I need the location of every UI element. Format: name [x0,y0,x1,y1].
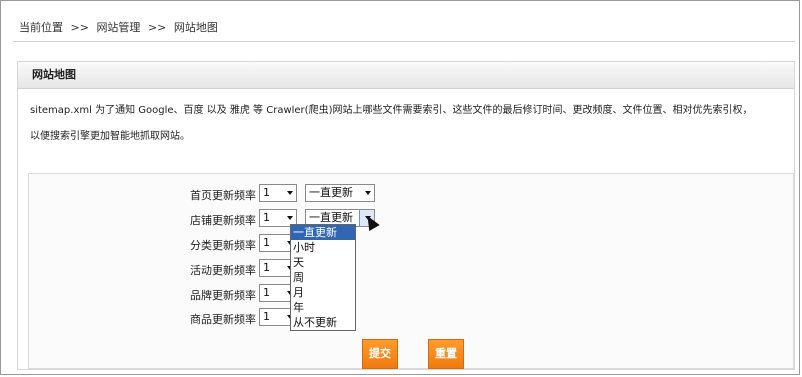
row-label: 店铺更新频率 [190,214,256,227]
form-row: 品牌更新频率 1 [29,284,793,304]
frequency-value: 一直更新 [309,211,353,224]
row-label: 活动更新频率 [190,264,256,277]
breadcrumb-separator: >> [70,21,89,34]
frequency-value: 一直更新 [309,186,353,199]
priority-value: 1 [263,186,270,199]
form-row: 首页更新频率 1 一直更新 [29,184,793,204]
breadcrumb-divider [13,41,795,42]
row-label: 商品更新频率 [190,313,256,326]
breadcrumb: 当前位置 >> 网站管理 >> 网站地图 [19,19,222,35]
breadcrumb-item[interactable]: 网站地图 [174,21,218,34]
chevron-down-icon [365,191,371,195]
row-label: 分类更新频率 [190,239,256,252]
frequency-dropdown-list: 一直更新 小时 天 周 月 年 从不更新 [290,224,356,331]
panel-description: sitemap.xml 为了通知 Google、百度 以及 雅虎 等 Crawl… [30,98,790,150]
chevron-down-icon [287,191,293,195]
frequency-select[interactable]: 一直更新 [305,184,375,202]
breadcrumb-item[interactable]: 网站管理 [96,21,140,34]
row-label: 品牌更新频率 [190,289,256,302]
chevron-down-icon [287,216,293,220]
sitemap-form: 首页更新频率 1 一直更新 店铺更新频率 1 一直更新 分类更新频率 1 活动更… [28,173,794,369]
form-row: 活动更新频率 1 [29,259,793,279]
description-line: sitemap.xml 为了通知 Google、百度 以及 雅虎 等 Crawl… [30,105,753,116]
panel-title: 网站地图 [18,62,794,89]
dropdown-option[interactable]: 从不更新 [291,315,355,330]
form-row: 店铺更新频率 1 一直更新 [29,209,793,229]
priority-value: 1 [263,211,270,224]
breadcrumb-separator: >> [147,21,167,34]
form-row: 分类更新频率 1 [29,234,793,254]
priority-value: 1 [263,236,270,249]
sitemap-panel: 网站地图 sitemap.xml 为了通知 Google、百度 以及 雅虎 等 … [17,61,795,370]
row-label: 首页更新频率 [190,189,256,202]
description-line: 以便搜索引擎更加智能地抓取网站。 [30,131,190,142]
dropdown-option[interactable]: 月 [291,285,355,300]
dropdown-option[interactable]: 小时 [291,240,355,255]
reset-button[interactable]: 重置 [428,339,464,369]
priority-value: 1 [263,286,270,299]
breadcrumb-item[interactable]: 当前位置 [19,21,63,34]
dropdown-option[interactable]: 一直更新 [291,225,355,240]
submit-button[interactable]: 提交 [362,339,398,369]
page-frame: 当前位置 >> 网站管理 >> 网站地图 网站地图 sitemap.xml 为了… [0,0,800,375]
dropdown-option[interactable]: 天 [291,255,355,270]
priority-value: 1 [263,261,270,274]
priority-select[interactable]: 1 [259,184,297,202]
dropdown-option[interactable]: 年 [291,300,355,315]
form-row: 商品更新频率 1 [29,308,793,328]
dropdown-option[interactable]: 周 [291,270,355,285]
priority-value: 1 [263,310,270,323]
